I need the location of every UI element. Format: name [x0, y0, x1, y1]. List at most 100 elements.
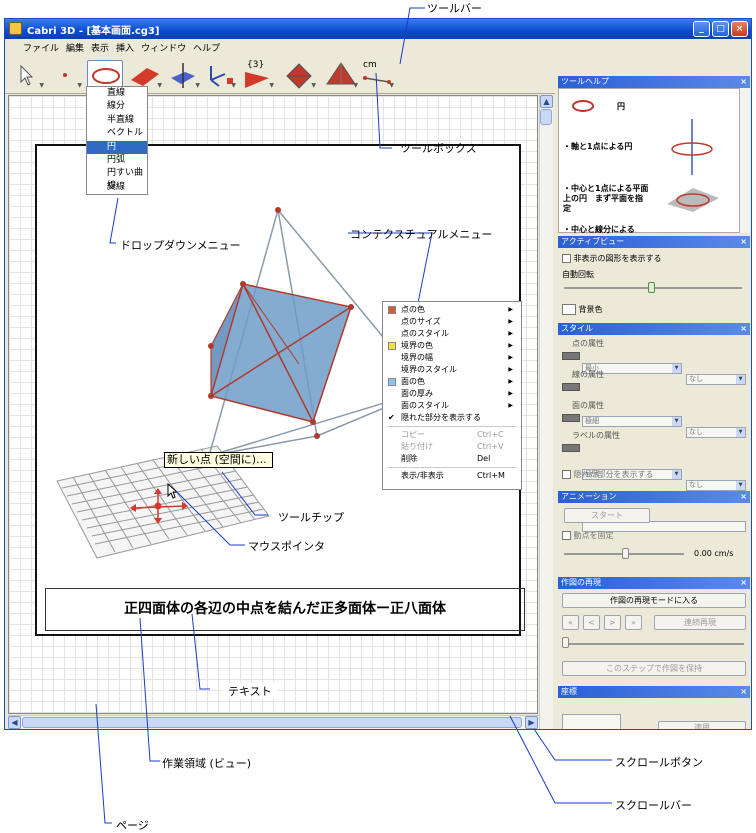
- toolhelp-item-axis: ・軸と1点による円: [563, 142, 633, 151]
- scroll-up-button[interactable]: ▲: [540, 95, 553, 108]
- vertical-scroll-thumb[interactable]: [540, 109, 552, 125]
- scroll-left-button[interactable]: ◀: [8, 716, 21, 729]
- line-color-swatch[interactable]: [562, 383, 580, 391]
- replay-first-button[interactable]: «: [562, 615, 579, 630]
- replay-next-button[interactable]: >: [604, 615, 621, 630]
- ctx-border-color[interactable]: 境界の色 ▶: [383, 340, 521, 352]
- ctx-paste[interactable]: 貼り付け Ctrl+V: [383, 441, 521, 453]
- ctx-toggle-visibility[interactable]: 表示/非表示 Ctrl+M: [383, 470, 521, 482]
- replay-header: 作図の再現 ×: [558, 577, 750, 589]
- horizontal-scroll-thumb[interactable]: [22, 717, 522, 728]
- dropdown-item-segment[interactable]: 線分: [87, 100, 147, 113]
- octahedron: [210, 283, 352, 423]
- panel-close-icon[interactable]: ×: [740, 323, 747, 335]
- dropdown-item-vector[interactable]: ベクトル: [87, 127, 147, 140]
- panel-close-icon[interactable]: ×: [740, 577, 747, 589]
- menu-insert[interactable]: 挿入: [116, 41, 134, 54]
- replay-panel: 作図の再現 × 作図の再現モードに入る « < > » 連続再現 このステップで作…: [558, 577, 750, 683]
- replay-last-button[interactable]: »: [625, 615, 642, 630]
- replay-prev-button[interactable]: <: [583, 615, 600, 630]
- ctx-face-thickness[interactable]: 面の厚み ▶: [383, 388, 521, 400]
- ctx-point-style[interactable]: 点のスタイル ▶: [383, 328, 521, 340]
- horizontal-scrollbar[interactable]: ◀ ▶: [8, 715, 539, 729]
- panel-close-icon[interactable]: ×: [740, 491, 747, 503]
- coords-apply-button[interactable]: 適用: [658, 721, 746, 729]
- ctx-show-hidden[interactable]: ✔ 隠れた部分を表示する: [383, 412, 521, 424]
- style-show-hidden-checkbox[interactable]: 隠れた部分を表示する: [562, 469, 654, 480]
- auto-rotate-label: 自動回転: [562, 270, 594, 279]
- replay-slider[interactable]: [564, 643, 744, 645]
- face-color-swatch[interactable]: [562, 414, 580, 422]
- minimize-button[interactable]: _: [693, 21, 710, 37]
- ctx-border-width[interactable]: 境界の幅 ▶: [383, 352, 521, 364]
- annotation-scrollbar: スクロールバー: [615, 799, 692, 812]
- dropdown-item-arc[interactable]: 円弧: [87, 154, 147, 167]
- speed-slider-thumb[interactable]: [622, 548, 629, 559]
- ctx-border-style[interactable]: 境界のスタイル ▶: [383, 364, 521, 376]
- coord-x-field[interactable]: [562, 714, 621, 729]
- menu-separator: [387, 426, 517, 427]
- speed-value: 0.00 cm/s: [694, 549, 734, 558]
- scroll-right-button[interactable]: ▶: [525, 716, 538, 729]
- ctx-point-color[interactable]: 点の色 ▶: [383, 304, 521, 316]
- context-menu: 点の色 ▶ 点のサイズ ▶ 点のスタイル ▶ 境界の色 ▶ 境界の幅 ▶ 境界のスタイル ▶…: [382, 301, 522, 490]
- panel-close-icon[interactable]: ×: [740, 76, 747, 88]
- menu-edit[interactable]: 編集: [66, 41, 84, 54]
- fix-point-checkbox[interactable]: 動点を固定: [562, 530, 614, 541]
- line-style-select[interactable]: なし ▼: [686, 427, 746, 438]
- menu-window[interactable]: ウィンドウ: [141, 41, 186, 54]
- close-button[interactable]: ×: [731, 21, 748, 37]
- dropdown-item-conic[interactable]: 円すい曲線: [87, 167, 147, 191]
- annotation-work-area: 作業領域 (ビュー): [162, 757, 252, 770]
- ctx-copy[interactable]: コピー Ctrl+C: [383, 429, 521, 441]
- caption-text[interactable]: 正四面体の各辺の中点を結んだ正多面体ー正八面体: [45, 588, 525, 631]
- pointer-tool-icon[interactable]: ▼: [9, 60, 45, 90]
- bg-color-swatch[interactable]: 背景色: [562, 304, 603, 315]
- dropdown-item-ray[interactable]: 半直線: [87, 114, 147, 127]
- replay-slider-thumb[interactable]: [562, 637, 569, 648]
- face-style-select[interactable]: なし ▼: [686, 480, 746, 491]
- point-style-select[interactable]: なし ▼: [686, 374, 746, 385]
- annotation-tooltip: ツールチップ: [278, 511, 344, 524]
- transform-tool-icon[interactable]: {3} ▼: [239, 60, 275, 90]
- perpendicular-tool-icon[interactable]: ▼: [165, 60, 201, 90]
- menu-file[interactable]: ファイル: [23, 41, 59, 54]
- pyramid-tool-icon[interactable]: ▼: [323, 60, 359, 90]
- transform-label: {3}: [247, 60, 265, 70]
- ctx-point-size[interactable]: 点のサイズ ▶: [383, 316, 521, 328]
- dropdown-item-intersection[interactable]: 交線: [87, 181, 147, 194]
- dropdown-item-line[interactable]: 直線: [87, 87, 147, 100]
- toolhelp-scrollbar[interactable]: [740, 88, 750, 233]
- animation-start-button[interactable]: スタート: [564, 508, 650, 523]
- toolhelp-heading: 円: [617, 102, 625, 111]
- point-color-swatch[interactable]: [562, 352, 580, 360]
- coords-header: 座標 ×: [558, 686, 750, 698]
- menu-help[interactable]: ヘルプ: [193, 41, 220, 54]
- annotation-text: テキスト: [222, 683, 278, 699]
- menu-view[interactable]: 表示: [91, 41, 109, 54]
- panel-close-icon[interactable]: ×: [740, 686, 747, 698]
- animation-panel: アニメーション × スタート 動点を固定 0.00 cm/s: [558, 491, 750, 575]
- vector-tool-icon[interactable]: ▼: [201, 60, 237, 90]
- coords-panel: 座標 × 適用: [558, 686, 750, 729]
- replay-keep-button[interactable]: このステップで作図を保持: [562, 661, 746, 676]
- label-color-swatch[interactable]: [562, 444, 580, 452]
- ctx-face-style[interactable]: 面のスタイル ▶: [383, 400, 521, 412]
- point-tool-icon[interactable]: ▼: [47, 60, 83, 90]
- title-bar: Cabri 3D - [基本画面.cg3] _ □ ×: [5, 19, 751, 39]
- point-attr-label: 点の属性: [572, 339, 604, 348]
- rotate-slider-thumb[interactable]: [648, 282, 655, 293]
- maximize-button[interactable]: □: [712, 21, 729, 37]
- replay-continuous-button[interactable]: 連続再現: [654, 615, 746, 630]
- replay-enter-button[interactable]: 作図の再現モードに入る: [562, 593, 746, 608]
- measure-tool-icon[interactable]: cm ▼: [359, 60, 395, 90]
- ctx-face-color[interactable]: 面の色 ▶: [383, 376, 521, 388]
- polyhedron-tool-icon[interactable]: ▼: [281, 60, 317, 90]
- panel-close-icon[interactable]: ×: [740, 236, 747, 248]
- line-width-select[interactable]: 極細 ▼: [582, 416, 682, 427]
- dropdown-item-circle[interactable]: 円: [87, 140, 147, 154]
- show-hidden-checkbox[interactable]: 非表示の図形を表示する: [562, 253, 662, 264]
- ctx-delete[interactable]: 削除 Del: [383, 453, 521, 465]
- vertical-scrollbar[interactable]: ▲: [539, 95, 553, 729]
- label-attr-label: ラベルの属性: [572, 431, 620, 440]
